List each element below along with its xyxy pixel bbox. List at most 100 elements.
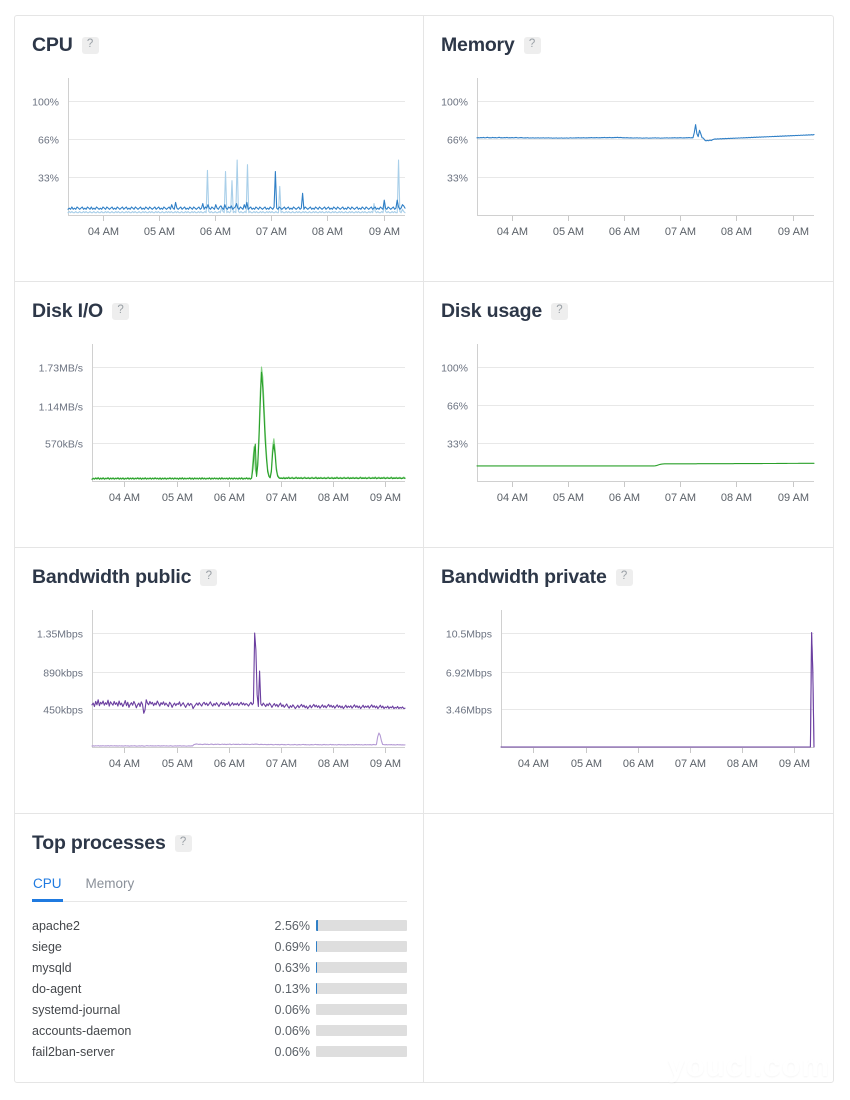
- chart-svg-memory: 33% 66% 100% 04 AM 05 AM 06 AM 07 AM 08 AM 09 AM: [441, 72, 816, 257]
- process-percent: 0.13%: [264, 982, 316, 996]
- process-usage-bar: [316, 1046, 407, 1057]
- tab-cpu[interactable]: CPU: [32, 875, 63, 902]
- panel-title-bandwidth-public: Bandwidth public: [32, 565, 191, 589]
- svg-text:06 AM: 06 AM: [214, 492, 245, 504]
- svg-text:570kB/s: 570kB/s: [45, 439, 83, 451]
- svg-text:06 AM: 06 AM: [609, 226, 640, 238]
- process-usage-bar: [316, 920, 407, 931]
- svg-text:06 AM: 06 AM: [609, 492, 640, 504]
- svg-text:08 AM: 08 AM: [721, 226, 752, 238]
- help-icon[interactable]: ?: [524, 37, 541, 54]
- svg-text:08 AM: 08 AM: [721, 492, 752, 504]
- chart-bandwidth-public[interactable]: 450kbps890kbps1.35Mbps04 AM05 AM06 AM07 …: [32, 604, 407, 789]
- svg-text:05 AM: 05 AM: [553, 226, 584, 238]
- svg-text:04 AM: 04 AM: [518, 758, 549, 770]
- process-usage-bar: [316, 983, 407, 994]
- svg-text:07 AM: 07 AM: [266, 758, 297, 770]
- process-name: mysqld: [32, 961, 264, 975]
- server-graphs-page: CPU ? 33% 66% 100% 04 AM 05 AM 06 AM 07 AM 08 A…: [0, 0, 850, 1100]
- svg-text:05 AM: 05 AM: [571, 758, 602, 770]
- chart-svg-cpu: 33%66%100%04 AM05 AM06 AM07 AM08 AM09 AM: [32, 72, 407, 257]
- panel-title-bandwidth-private: Bandwidth private: [441, 565, 607, 589]
- svg-text:04 AM: 04 AM: [497, 226, 528, 238]
- svg-text:33%: 33%: [447, 439, 468, 451]
- svg-text:09 AM: 09 AM: [369, 226, 400, 238]
- panel-title-cpu: CPU: [32, 33, 73, 57]
- chart-svg-disk-io: 570kB/s1.14MB/s1.73MB/s04 AM05 AM06 AM07…: [32, 338, 407, 523]
- tab-memory[interactable]: Memory: [85, 875, 136, 902]
- help-icon[interactable]: ?: [82, 37, 99, 54]
- svg-text:04 AM: 04 AM: [88, 226, 119, 238]
- process-percent: 0.69%: [264, 940, 316, 954]
- process-usage-bar: [316, 941, 407, 952]
- panel-bandwidth-private: Bandwidth private ? 3.46Mbps6.92Mbps10.5…: [424, 548, 833, 814]
- svg-text:09 AM: 09 AM: [370, 758, 401, 770]
- process-row: mysqld0.63%: [32, 957, 407, 978]
- svg-text:07 AM: 07 AM: [266, 492, 297, 504]
- svg-text:04 AM: 04 AM: [497, 492, 528, 504]
- process-name: systemd-journal: [32, 1003, 264, 1017]
- help-icon[interactable]: ?: [551, 303, 568, 320]
- svg-text:07 AM: 07 AM: [665, 226, 696, 238]
- panel-top-processes: Top processes ? CPU Memory apache22.56%s…: [15, 814, 424, 1082]
- svg-text:09 AM: 09 AM: [778, 226, 809, 238]
- panel-header-disk-usage: Disk usage ?: [441, 298, 816, 324]
- process-row: accounts-daemon0.06%: [32, 1020, 407, 1041]
- help-icon[interactable]: ?: [200, 569, 217, 586]
- chart-memory[interactable]: 33% 66% 100% 04 AM 05 AM 06 AM 07 AM 08 AM 09 AM: [441, 72, 816, 257]
- svg-text:66%: 66%: [38, 135, 59, 147]
- process-row: do-agent0.13%: [32, 978, 407, 999]
- svg-text:66%: 66%: [447, 401, 468, 413]
- process-usage-bar: [316, 1025, 407, 1036]
- svg-text:09 AM: 09 AM: [778, 492, 809, 504]
- svg-text:08 AM: 08 AM: [318, 492, 349, 504]
- process-row: fail2ban-server0.06%: [32, 1041, 407, 1062]
- svg-text:05 AM: 05 AM: [162, 492, 193, 504]
- process-percent: 0.06%: [264, 1045, 316, 1059]
- svg-text:33%: 33%: [447, 173, 468, 185]
- process-name: siege: [32, 940, 264, 954]
- top-processes-tabs: CPU Memory: [32, 875, 407, 902]
- panel-grid: CPU ? 33% 66% 100% 04 AM 05 AM 06 AM 07 AM 08 A…: [14, 15, 834, 1083]
- svg-text:05 AM: 05 AM: [553, 492, 584, 504]
- svg-text:100%: 100%: [441, 363, 468, 375]
- svg-text:100%: 100%: [441, 97, 468, 109]
- svg-text:10.5Mbps: 10.5Mbps: [446, 629, 492, 641]
- process-usage-bar-fill: [316, 920, 318, 931]
- panel-memory: Memory ? 33% 66% 100% 04 AM 05 AM 06 AM 07 AM 0…: [424, 16, 833, 282]
- process-name: do-agent: [32, 982, 264, 996]
- svg-text:08 AM: 08 AM: [312, 226, 343, 238]
- process-row: apache22.56%: [32, 915, 407, 936]
- chart-disk-io[interactable]: 570kB/s1.14MB/s1.73MB/s04 AM05 AM06 AM07…: [32, 338, 407, 523]
- panel-title-disk-io: Disk I/O: [32, 299, 103, 323]
- chart-disk-usage[interactable]: 33% 66% 100% 04 AM 05 AM 06 AM 07 AM 08 AM 09 AM: [441, 338, 816, 523]
- svg-text:08 AM: 08 AM: [727, 758, 758, 770]
- process-usage-bar: [316, 1004, 407, 1015]
- process-row: siege0.69%: [32, 936, 407, 957]
- svg-text:09 AM: 09 AM: [779, 758, 810, 770]
- svg-text:05 AM: 05 AM: [144, 226, 175, 238]
- top-processes-list: apache22.56%siege0.69%mysqld0.63%do-agen…: [32, 915, 407, 1062]
- process-percent: 0.06%: [264, 1024, 316, 1038]
- panel-header-disk-io: Disk I/O ?: [32, 298, 406, 324]
- help-icon[interactable]: ?: [112, 303, 129, 320]
- help-icon[interactable]: ?: [175, 835, 192, 852]
- svg-text:07 AM: 07 AM: [665, 492, 696, 504]
- svg-text:66%: 66%: [447, 135, 468, 147]
- chart-svg-bandwidth-private: 3.46Mbps6.92Mbps10.5Mbps04 AM05 AM06 AM0…: [441, 604, 816, 789]
- svg-text:06 AM: 06 AM: [623, 758, 654, 770]
- help-icon[interactable]: ?: [616, 569, 633, 586]
- chart-cpu[interactable]: 33%66%100%04 AM05 AM06 AM07 AM08 AM09 AM: [32, 72, 407, 257]
- panel-header-memory: Memory ?: [441, 32, 816, 58]
- chart-svg-disk-usage: 33% 66% 100% 04 AM 05 AM 06 AM 07 AM 08 AM 09 AM: [441, 338, 816, 523]
- process-usage-bar-fill: [316, 962, 317, 973]
- svg-text:06 AM: 06 AM: [200, 226, 231, 238]
- svg-text:05 AM: 05 AM: [162, 758, 193, 770]
- svg-text:3.46Mbps: 3.46Mbps: [446, 705, 492, 717]
- process-name: accounts-daemon: [32, 1024, 264, 1038]
- panel-bandwidth-public: Bandwidth public ? 450kbps890kbps1.35Mbp…: [15, 548, 424, 814]
- svg-text:09 AM: 09 AM: [370, 492, 401, 504]
- chart-bandwidth-private[interactable]: 3.46Mbps6.92Mbps10.5Mbps04 AM05 AM06 AM0…: [441, 604, 816, 789]
- svg-text:1.35Mbps: 1.35Mbps: [37, 629, 83, 641]
- process-percent: 0.06%: [264, 1003, 316, 1017]
